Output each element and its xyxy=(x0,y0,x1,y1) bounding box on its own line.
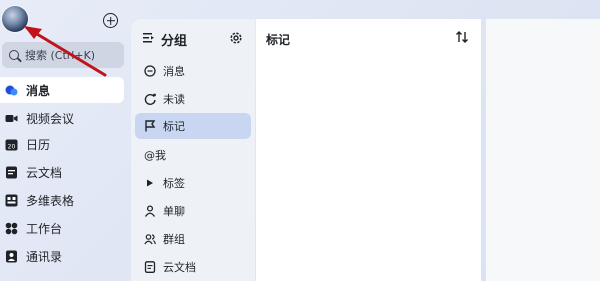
group-item-label: 标签 xyxy=(163,177,185,190)
nav-item-video-meeting[interactable]: 视频会议 xyxy=(0,105,124,131)
add-button[interactable] xyxy=(103,13,118,28)
group-item-label: 单聊 xyxy=(163,205,185,218)
group-item-messages[interactable]: 消息 xyxy=(135,58,251,84)
collapse-menu-icon[interactable] xyxy=(143,32,155,44)
group-item-mentions[interactable]: @我 xyxy=(135,142,251,168)
message-bubble-icon xyxy=(5,84,18,97)
group-item-label: 云文档 xyxy=(163,261,196,274)
nav-item-label: 通讯录 xyxy=(26,249,63,264)
svg-text:20: 20 xyxy=(8,143,16,150)
workbench-icon xyxy=(5,222,18,235)
unread-icon xyxy=(144,93,156,105)
group-icon xyxy=(144,233,156,245)
nav-item-calendar[interactable]: 20 日历 xyxy=(0,131,124,157)
person-icon xyxy=(144,205,156,217)
contacts-icon xyxy=(5,250,18,263)
content-panel: 标记 xyxy=(256,19,481,281)
nav-item-messages[interactable]: 消息 xyxy=(0,77,124,103)
nav-item-label: 消息 xyxy=(26,83,51,98)
nav-item-cloud-docs[interactable]: 云文档 xyxy=(0,159,124,185)
sort-icon[interactable] xyxy=(455,30,469,44)
table-grid-icon xyxy=(5,194,18,207)
calendar-icon: 20 xyxy=(5,138,18,151)
flag-icon xyxy=(144,120,156,132)
group-item-label: 消息 xyxy=(163,65,185,78)
group-item-label: 群组 xyxy=(163,233,185,246)
cloud-doc-icon xyxy=(5,166,18,179)
group-item-groups[interactable]: 群组 xyxy=(135,226,251,252)
group-item-flagged[interactable]: 标记 xyxy=(135,113,251,139)
document-icon xyxy=(144,261,156,273)
main-sidebar: 搜索 (Ctrl+K) 消息 视频会议 20 日历 云文档 多维表格 工作台 通… xyxy=(0,0,130,281)
detail-pane xyxy=(485,19,600,281)
triangle-tag-icon xyxy=(144,177,156,189)
nav-item-workbench[interactable]: 工作台 xyxy=(0,215,124,241)
nav-item-label: 视频会议 xyxy=(26,111,75,126)
group-panel-title: 分组 xyxy=(161,34,188,49)
group-item-unread[interactable]: 未读 xyxy=(135,86,251,112)
gear-icon[interactable] xyxy=(229,31,243,45)
group-item-label: 标记 xyxy=(163,120,185,133)
group-item-label: @我 xyxy=(144,149,166,162)
nav-item-multi-table[interactable]: 多维表格 xyxy=(0,187,124,213)
group-item-cloud-docs[interactable]: 云文档 xyxy=(135,254,251,280)
group-item-single-chat[interactable]: 单聊 xyxy=(135,198,251,224)
content-title: 标记 xyxy=(266,33,291,47)
nav-item-label: 日历 xyxy=(26,137,51,152)
chat-icon xyxy=(144,65,156,77)
group-item-label: 未读 xyxy=(163,93,185,106)
user-avatar[interactable] xyxy=(2,6,28,32)
nav-item-contacts[interactable]: 通讯录 xyxy=(0,243,124,269)
group-panel: 分组 消息 未读 标记 @我 标签 单聊 群组 云文档 xyxy=(131,19,255,281)
search-icon xyxy=(9,50,19,60)
nav-item-label: 多维表格 xyxy=(26,193,75,208)
nav-item-label: 云文档 xyxy=(26,165,63,180)
search-placeholder: 搜索 (Ctrl+K) xyxy=(25,49,96,62)
group-item-tags[interactable]: 标签 xyxy=(135,170,251,196)
search-box[interactable]: 搜索 (Ctrl+K) xyxy=(2,42,124,68)
nav-item-label: 工作台 xyxy=(26,221,63,236)
video-camera-icon xyxy=(5,112,18,125)
